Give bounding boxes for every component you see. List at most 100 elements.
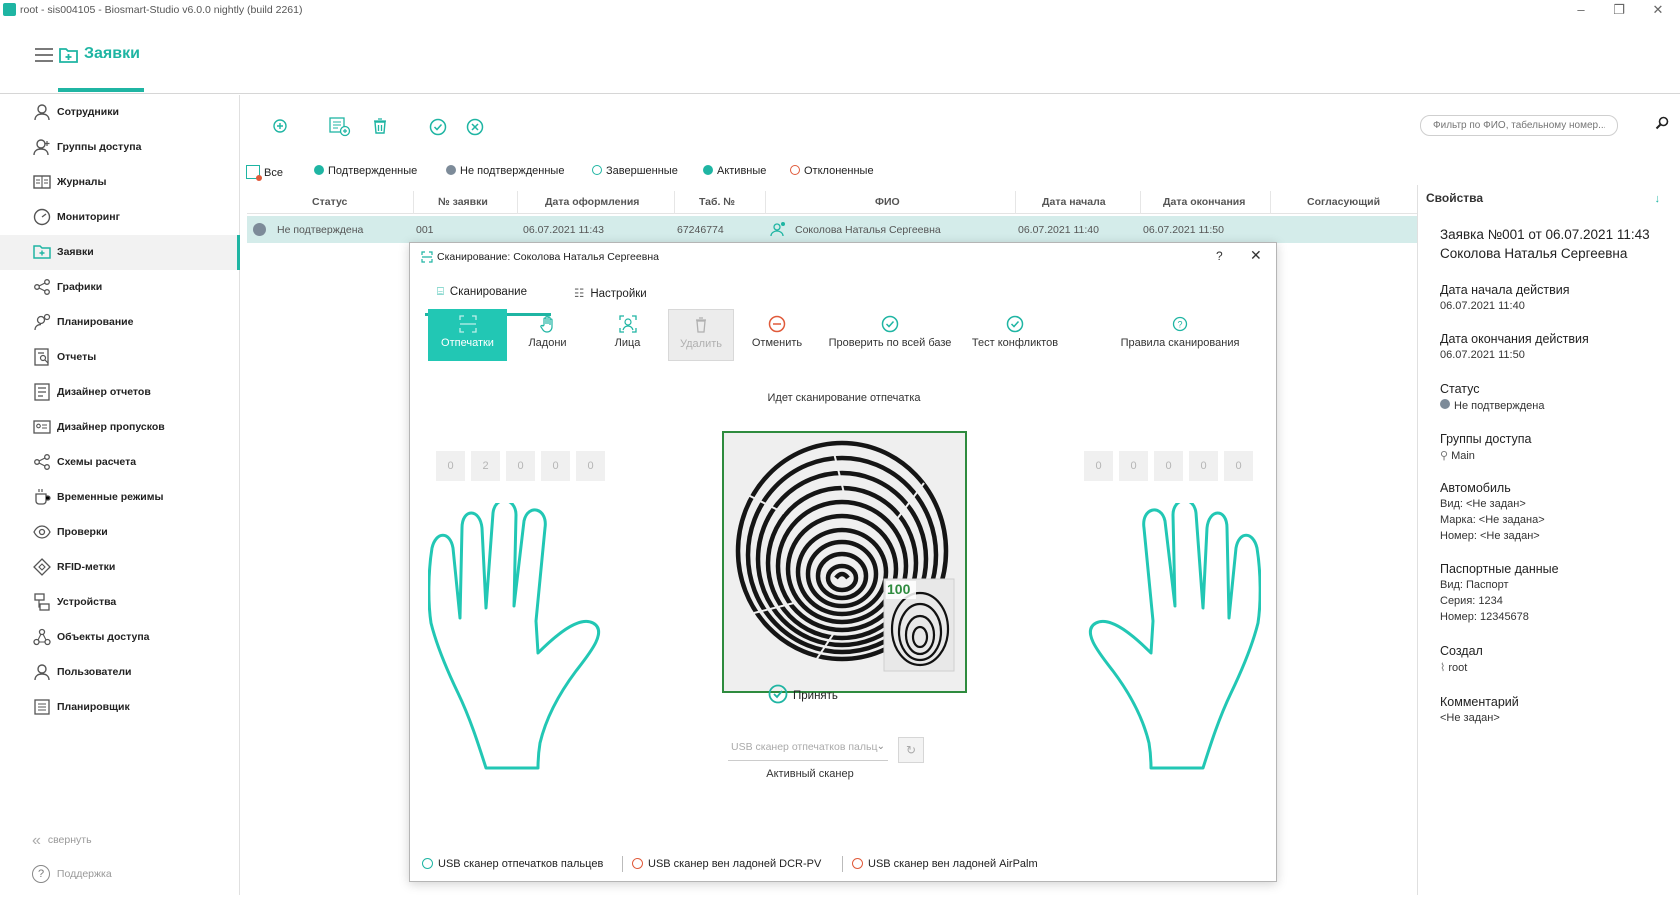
sidebar-item-label: Пользователи — [57, 666, 132, 678]
double-chevron-left-icon: « — [32, 832, 41, 849]
request-title: Заявка №001 от 06.07.2021 11:43 — [1440, 227, 1650, 242]
filter-completed-label: Завершенные — [606, 165, 678, 177]
fingerprint-icon: ⌇ — [1440, 662, 1446, 674]
share-icon — [33, 278, 51, 296]
tab-settings-label: Настройки — [590, 288, 647, 300]
accept-button[interactable]: Принять — [768, 684, 858, 708]
restore-button[interactable]: ❐ — [1609, 2, 1629, 18]
cell-tab: 67246774 — [677, 224, 724, 236]
confirm-icon[interactable] — [428, 117, 448, 136]
help-button[interactable]: ? — [1216, 249, 1223, 263]
arrow-down-icon[interactable]: ↓ — [1655, 193, 1661, 205]
objects-icon — [33, 628, 51, 646]
sidebar-item-monitoring[interactable]: Мониторинг — [0, 200, 240, 235]
col-date-created[interactable]: Дата оформления — [545, 196, 639, 208]
left-hand-icon[interactable] — [428, 503, 613, 773]
prints-button[interactable]: Отпечатки — [428, 309, 507, 361]
cell-date-end: 06.07.2021 11:50 — [1143, 224, 1224, 236]
search-icon[interactable] — [1655, 116, 1669, 130]
menu-icon[interactable] — [35, 48, 53, 62]
search-input[interactable] — [1420, 115, 1618, 136]
list-icon — [33, 698, 51, 716]
sidebar-item-scheduler[interactable]: Планировщик — [0, 690, 240, 725]
collapse-button[interactable]: « свернуть — [32, 832, 92, 850]
sidebar-item-employees[interactable]: Сотрудники — [0, 95, 240, 130]
col-fio[interactable]: ФИО — [875, 196, 900, 208]
add-multiple-icon[interactable] — [329, 117, 351, 137]
toolbar — [240, 95, 1417, 157]
conflict-test-button[interactable]: Тест конфликтов — [965, 309, 1065, 361]
palms-button[interactable]: Ладони — [508, 309, 587, 361]
start-value: 06.07.2021 11:40 — [1440, 300, 1525, 312]
sidebar-item-journals[interactable]: Журналы — [0, 165, 240, 200]
check-circle-icon — [768, 684, 788, 704]
palms-label: Ладони — [528, 337, 567, 349]
sidebar-item-requests[interactable]: Заявки — [0, 235, 240, 270]
left-finger-score: 2 — [471, 451, 500, 481]
sidebar-item-label: Схемы расчета — [57, 456, 137, 468]
sidebar-item-access-objects[interactable]: Объекты доступа — [0, 620, 240, 655]
filter-confirmed[interactable]: Подтвержденные — [314, 165, 417, 179]
table-row[interactable]: Не подтверждена 001 06.07.2021 11:43 672… — [247, 216, 1417, 243]
confirmed-dot-icon — [314, 165, 324, 175]
sidebar-item-access-groups[interactable]: Группы доступа — [0, 130, 240, 165]
filter-all[interactable]: Все — [246, 165, 283, 181]
palm-icon — [539, 315, 557, 333]
sidebar-item-planning[interactable]: Планирование — [0, 305, 240, 340]
folder-plus-icon — [59, 47, 78, 63]
col-tab[interactable]: Таб. № — [699, 196, 735, 208]
close-dialog-button[interactable]: ✕ — [1250, 247, 1262, 264]
sidebar-item-calc-schemes[interactable]: Схемы расчета — [0, 445, 240, 480]
col-date-end[interactable]: Дата окончания — [1163, 196, 1245, 208]
delete-button[interactable]: Удалить — [668, 309, 734, 361]
sidebar-item-devices[interactable]: Устройства — [0, 585, 240, 620]
filter-unconfirmed[interactable]: Не подтвержденные — [446, 165, 564, 179]
sidebar-item-rfid[interactable]: RFID-метки — [0, 550, 240, 585]
col-status[interactable]: Статус — [312, 196, 347, 208]
cell-fio: Соколова Наталья Сергеевна — [795, 224, 941, 236]
minimize-button[interactable]: – — [1571, 2, 1591, 18]
gauge-icon — [33, 208, 51, 226]
add-icon[interactable] — [271, 117, 289, 135]
right-hand-icon[interactable] — [1076, 503, 1261, 773]
sidebar-item-users[interactable]: Пользователи — [0, 655, 240, 690]
faces-button[interactable]: Лица — [588, 309, 667, 361]
support-label: Поддержка — [56, 868, 112, 880]
user-outline-icon — [33, 663, 51, 681]
car-label: Автомобиль — [1440, 481, 1511, 495]
filter-rejected[interactable]: Отклоненные — [790, 165, 874, 179]
sidebar-item-report-designer[interactable]: Дизайнер отчетов — [0, 375, 240, 410]
sidebar-item-time-modes[interactable]: Временные режимы — [0, 480, 240, 515]
scan-icon — [421, 251, 433, 263]
active-dot-icon — [703, 165, 713, 175]
col-approver[interactable]: Согласующий — [1307, 196, 1380, 208]
sidebar-item-pass-designer[interactable]: Дизайнер пропусков — [0, 410, 240, 445]
filter-active[interactable]: Активные — [703, 165, 766, 179]
filter-completed[interactable]: Завершенные — [592, 165, 678, 179]
support-button[interactable]: ? Поддержка — [32, 865, 112, 883]
sidebar-item-schedules[interactable]: Графики — [0, 270, 240, 305]
close-window-button[interactable]: ✕ — [1648, 2, 1668, 18]
col-date-start[interactable]: Дата начала — [1042, 196, 1106, 208]
comment-label: Комментарий — [1440, 695, 1519, 709]
list-filter-icon — [246, 165, 262, 181]
scan-rules-button[interactable]: ? Правила сканирования — [1110, 309, 1250, 361]
sidebar-item-checks[interactable]: Проверки — [0, 515, 240, 550]
delete-icon[interactable] — [371, 117, 389, 135]
check-db-button[interactable]: Проверить по всей базе — [820, 309, 960, 361]
user-icon — [33, 103, 51, 121]
scanner-select[interactable]: USB сканер отпечатков пальц ⌄ — [728, 741, 888, 761]
sidebar-item-reports[interactable]: Отчеты — [0, 340, 240, 375]
left-finger-score: 0 — [506, 451, 535, 481]
cancel-button[interactable]: Отменить — [736, 309, 818, 361]
col-number[interactable]: № заявки — [438, 196, 488, 208]
cell-status: Не подтверждена — [277, 224, 364, 236]
refresh-button[interactable]: ↻ — [898, 737, 924, 763]
cell-date-created: 06.07.2021 11:43 — [523, 224, 604, 236]
sidebar-item-label: RFID-метки — [57, 561, 116, 573]
card-designer-icon — [33, 418, 51, 436]
title-underline — [58, 88, 144, 92]
reject-icon[interactable] — [465, 117, 485, 136]
check-db-label: Проверить по всей базе — [828, 337, 952, 349]
fingerprint-scan-icon — [458, 315, 477, 333]
